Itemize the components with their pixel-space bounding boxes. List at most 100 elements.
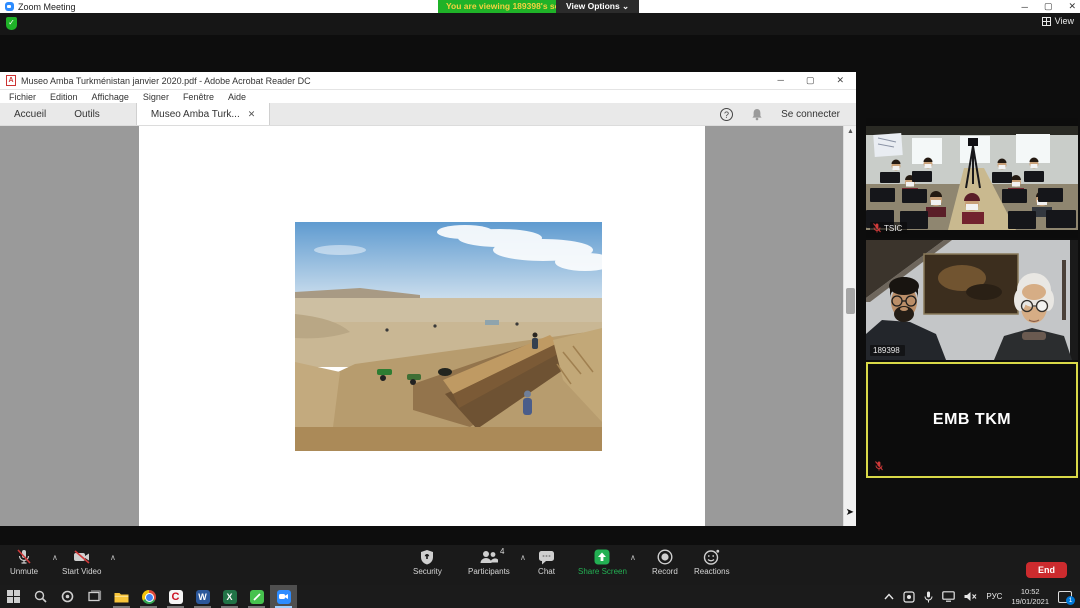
participants-count-badge: 4: [500, 547, 504, 556]
share-screen-button[interactable]: Share Screen: [578, 549, 627, 576]
zoom-topbar: ✓ View: [0, 13, 1080, 35]
tab-outils[interactable]: Outils: [60, 103, 114, 125]
acrobat-minimize-icon[interactable]: ─: [778, 75, 784, 86]
classroom-video: [866, 126, 1078, 230]
chat-icon: [538, 549, 555, 565]
task-view-button[interactable]: [81, 585, 108, 608]
menu-aide[interactable]: Aide: [228, 92, 246, 102]
menu-fichier[interactable]: Fichier: [9, 92, 36, 102]
security-button[interactable]: Security: [413, 549, 442, 576]
tray-mic-icon[interactable]: [924, 591, 933, 603]
cortana-button[interactable]: [54, 585, 81, 608]
zoom-taskbar-button[interactable]: [270, 585, 297, 608]
green-messenger-icon: [250, 590, 264, 604]
acrobat-close-icon[interactable]: ✕: [836, 75, 844, 86]
menu-signer[interactable]: Signer: [143, 92, 169, 102]
file-explorer-button[interactable]: [108, 585, 135, 608]
menu-affichage[interactable]: Affichage: [92, 92, 129, 102]
green-messenger-button[interactable]: [243, 585, 270, 608]
taskbar-search-button[interactable]: [27, 585, 54, 608]
reactions-icon: [703, 549, 720, 565]
pdf-file-icon: [6, 75, 16, 86]
pdf-page: [139, 126, 705, 526]
tray-clock[interactable]: 10:52 19/01/2021: [1011, 587, 1049, 607]
acrobat-title: Museo Amba Turkménistan janvier 2020.pdf…: [21, 76, 311, 86]
tab-document[interactable]: Museo Amba Turk... ✕: [136, 103, 270, 125]
share-caret-icon[interactable]: ∧: [630, 553, 636, 562]
unmute-button[interactable]: Unmute: [10, 549, 38, 576]
tray-display-icon[interactable]: [942, 591, 955, 602]
help-icon[interactable]: ?: [720, 108, 733, 121]
record-button[interactable]: Record: [652, 549, 678, 576]
zoom-meeting-window: Zoom Meeting You are viewing 189398's sc…: [0, 0, 1080, 608]
tray-language[interactable]: РУС: [986, 592, 1002, 601]
participants-icon: [479, 549, 499, 565]
muted-mic-icon: [16, 549, 32, 565]
windows-taskbar: C W X: [0, 585, 1080, 608]
mouse-cursor: ➤: [846, 507, 854, 518]
end-meeting-button[interactable]: End: [1026, 562, 1067, 578]
task-view-icon: [88, 590, 102, 603]
pdf-document-area: ▲ ➤: [0, 126, 856, 526]
excel-icon: X: [223, 590, 237, 604]
start-video-button[interactable]: Start Video: [62, 549, 101, 576]
chat-button[interactable]: Chat: [538, 549, 555, 576]
share-screen-icon: [594, 549, 610, 565]
acrobat-menubar: Fichier Edition Affichage Signer Fenêtre…: [0, 90, 856, 103]
grid-icon: [1042, 17, 1051, 26]
start-button[interactable]: [0, 585, 27, 608]
menu-edition[interactable]: Edition: [50, 92, 78, 102]
record-icon: [657, 549, 673, 565]
system-tray: РУС 10:52 19/01/2021 1: [884, 585, 1080, 608]
chrome-button[interactable]: [135, 585, 162, 608]
participant-label-189398: 189398: [870, 345, 905, 356]
video-tile-emb-tkm[interactable]: EMB TKM: [866, 362, 1078, 478]
windows-logo-icon: [7, 590, 20, 603]
view-layout-button[interactable]: View: [1042, 16, 1074, 26]
folder-icon: [114, 591, 129, 603]
two-people-video: [866, 240, 1078, 360]
zoom-titlebar: Zoom Meeting You are viewing 189398's sc…: [0, 0, 1080, 13]
bell-icon[interactable]: [751, 108, 763, 121]
tray-volume-muted-icon[interactable]: [964, 591, 977, 602]
window-title: Zoom Meeting: [18, 2, 76, 12]
close-icon[interactable]: ✕: [1068, 1, 1076, 12]
view-options-button[interactable]: View Options ⌄: [556, 0, 639, 13]
menu-fenetre[interactable]: Fenêtre: [183, 92, 214, 102]
unmute-caret-icon[interactable]: ∧: [52, 553, 58, 562]
acrobat-restore-icon[interactable]: ▢: [806, 75, 815, 86]
minimize-icon[interactable]: ─: [1022, 2, 1028, 12]
participants-caret-icon[interactable]: ∧: [520, 553, 526, 562]
video-tile-tsic[interactable]: TSIC: [866, 118, 1078, 238]
acrobat-window: Museo Amba Turkménistan janvier 2020.pdf…: [0, 72, 856, 526]
video-tile-189398[interactable]: 189398: [866, 240, 1078, 360]
scroll-up-icon[interactable]: ▲: [844, 128, 856, 135]
zoom-icon: [277, 590, 291, 604]
tray-expand-icon[interactable]: [884, 593, 894, 600]
word-icon: W: [196, 590, 210, 604]
tab-accueil[interactable]: Accueil: [0, 103, 60, 125]
participant-label-tsic: TSIC: [870, 222, 907, 234]
red-c-app-button[interactable]: C: [162, 585, 189, 608]
reactions-button[interactable]: Reactions: [694, 549, 730, 576]
video-caret-icon[interactable]: ∧: [110, 553, 116, 562]
muted-mic-icon: [875, 461, 883, 471]
tab-close-icon[interactable]: ✕: [248, 109, 256, 120]
encryption-shield-icon: ✓: [6, 17, 17, 30]
participant-label-emb: [872, 460, 888, 472]
red-c-app-icon: C: [169, 590, 183, 604]
zoom-app-icon: [5, 2, 14, 11]
excel-button[interactable]: X: [216, 585, 243, 608]
scrollbar-thumb[interactable]: [846, 288, 855, 314]
action-center-icon[interactable]: 1: [1058, 591, 1072, 603]
sign-in-button[interactable]: Se connecter: [781, 109, 840, 120]
tray-time: 10:52: [1011, 587, 1049, 597]
acrobat-titlebar: Museo Amba Turkménistan janvier 2020.pdf…: [0, 72, 856, 90]
muted-mic-icon: [873, 223, 881, 233]
pdf-scrollbar[interactable]: ▲: [843, 126, 856, 526]
word-button[interactable]: W: [189, 585, 216, 608]
zoom-control-bar: Unmute ∧ Start Video ∧ Security: [0, 545, 1080, 585]
tray-app-icon[interactable]: [903, 591, 915, 603]
maximize-icon[interactable]: ▢: [1044, 1, 1053, 12]
search-icon: [34, 590, 47, 603]
